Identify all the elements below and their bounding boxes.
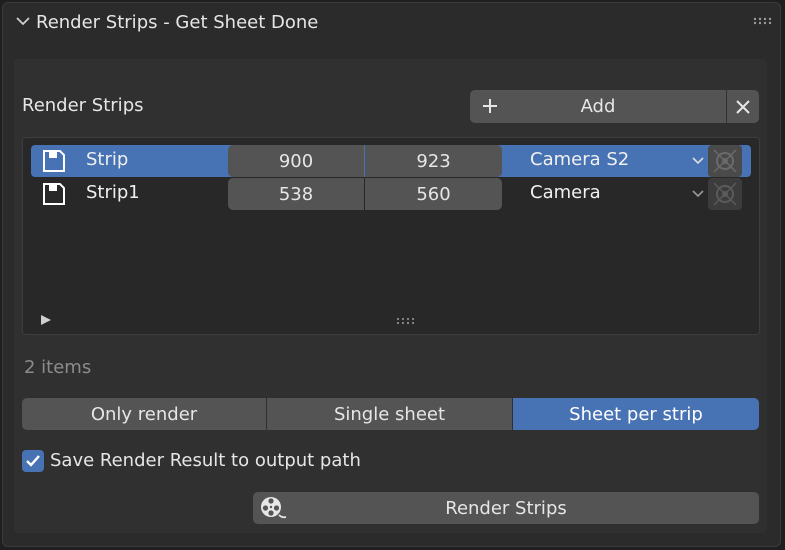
item-count: 2 items xyxy=(24,357,92,378)
mode-only-render[interactable]: Only render xyxy=(22,398,266,430)
plus-icon xyxy=(483,99,497,113)
render-strips-button[interactable]: Render Strips xyxy=(253,492,759,524)
strip-camera-select[interactable]: Camera xyxy=(530,182,601,203)
checkmark-icon xyxy=(26,455,40,467)
resize-grip-icon[interactable] xyxy=(396,316,416,326)
chevron-down-icon[interactable] xyxy=(691,155,705,167)
strip-camera-select[interactable]: Camera S2 xyxy=(530,149,629,170)
section-label: Render Strips xyxy=(22,95,144,116)
strip-end-frame[interactable]: 923 xyxy=(365,145,502,177)
film-reel-icon xyxy=(261,497,287,519)
camera-target-icon xyxy=(713,182,737,206)
floppy-disk-icon xyxy=(43,150,65,172)
chevron-down-icon[interactable] xyxy=(691,188,705,200)
remove-strip-button[interactable] xyxy=(727,90,759,123)
strip-name[interactable]: Strip1 xyxy=(86,182,140,203)
add-button-label: Add xyxy=(580,96,616,117)
strip-start-frame[interactable]: 538 xyxy=(228,178,364,210)
camera-eyedropper-button[interactable] xyxy=(708,178,742,210)
panel-title[interactable]: Render Strips - Get Sheet Done xyxy=(36,12,318,33)
save-result-checkbox[interactable] xyxy=(22,450,44,472)
strip-end-frame[interactable]: 560 xyxy=(365,178,502,210)
strip-row[interactable]: Strip 900 923 Camera S2 xyxy=(31,145,751,177)
chevron-down-icon[interactable] xyxy=(14,12,32,30)
save-result-label[interactable]: Save Render Result to output path xyxy=(50,450,361,471)
strip-name[interactable]: Strip xyxy=(86,149,128,170)
camera-eyedropper-button[interactable] xyxy=(708,145,742,177)
mode-single-sheet[interactable]: Single sheet xyxy=(267,398,512,430)
render-button-label: Render Strips xyxy=(445,497,567,519)
strip-start-frame[interactable]: 900 xyxy=(228,145,364,177)
add-strip-button[interactable]: Add xyxy=(470,90,726,123)
close-icon xyxy=(736,99,750,114)
camera-target-icon xyxy=(713,149,737,173)
floppy-disk-icon xyxy=(43,183,65,205)
play-icon[interactable] xyxy=(40,314,52,326)
strip-row[interactable]: Strip1 538 560 Camera xyxy=(31,178,751,210)
mode-sheet-per-strip[interactable]: Sheet per strip xyxy=(513,398,759,430)
drag-grip-icon[interactable] xyxy=(753,16,773,26)
